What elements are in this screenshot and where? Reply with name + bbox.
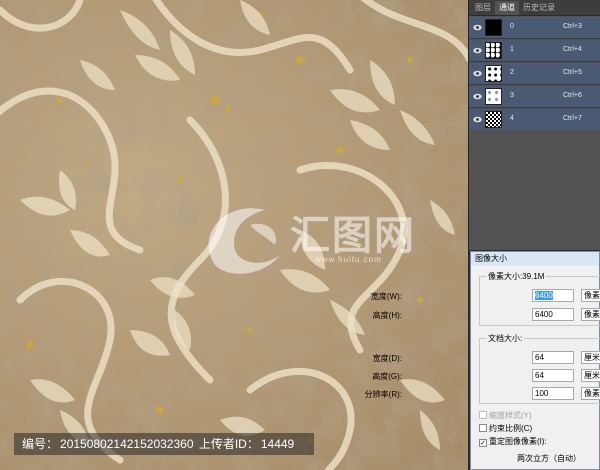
- channel-row[interactable]: 1 Ctrl+4: [469, 40, 600, 62]
- watermark: 汇图网 www.huitu.com: [195, 195, 425, 275]
- panel-tabs: 图层 通道 历史记录: [469, 0, 600, 16]
- channel-name: 2: [510, 69, 514, 76]
- height-label: 高度(H):: [372, 311, 402, 320]
- channel-row[interactable]: 3 Ctrl+6: [469, 86, 600, 108]
- channel-shortcut: Ctrl+6: [563, 92, 582, 99]
- channel-thumbnail: [485, 19, 502, 36]
- channel-thumbnail: [485, 42, 502, 59]
- tab-channels[interactable]: 通道: [495, 1, 519, 15]
- checkbox-box: [479, 411, 487, 419]
- tab-layers[interactable]: 图层: [471, 1, 495, 15]
- scale-styles-checkbox[interactable]: 缩放样式(Y): [479, 410, 532, 422]
- panel-empty-area: [469, 130, 600, 250]
- document-size-group: 文档大小: 宽度(D): 64 厘米 高度(G): 64 厘米 分辨率(R): …: [365, 333, 600, 404]
- eye-icon[interactable]: [473, 47, 482, 54]
- channel-thumbnail: [485, 111, 502, 128]
- eye-icon[interactable]: [473, 116, 482, 123]
- doc-width-input[interactable]: 64: [532, 351, 574, 364]
- watermark-logo-icon: [208, 208, 280, 274]
- channel-row[interactable]: 4 Ctrl+7: [469, 109, 600, 131]
- eye-icon[interactable]: [473, 24, 482, 31]
- doc-height-input[interactable]: 64: [532, 369, 574, 382]
- doc-width-label: 宽度(D):: [372, 354, 402, 363]
- height-unit-select[interactable]: 像素: [581, 308, 600, 321]
- channel-thumbnail: [485, 88, 502, 105]
- uploader-value: 14449: [260, 437, 295, 451]
- channel-shortcut: Ctrl+7: [563, 115, 582, 122]
- width-label: 宽度(W):: [370, 292, 402, 301]
- checkbox-box: [479, 424, 487, 432]
- channel-row[interactable]: 2 Ctrl+5: [469, 63, 600, 85]
- eye-icon[interactable]: [473, 70, 482, 77]
- width-input[interactable]: 6400: [532, 289, 574, 302]
- resolution-input[interactable]: 100: [532, 387, 574, 400]
- resolution-unit-select[interactable]: 像素/英寸: [581, 387, 600, 400]
- height-input[interactable]: 6400: [532, 308, 574, 321]
- channel-shortcut: Ctrl+4: [563, 46, 582, 53]
- doc-height-label: 高度(G):: [372, 372, 402, 381]
- width-unit-select[interactable]: 像素: [581, 289, 600, 302]
- image-size-dialog: 图像大小 像素大小:39.1M 宽度(W): 6400 像素 高度(H): 64…: [365, 251, 600, 470]
- channel-shortcut: Ctrl+3: [563, 23, 582, 30]
- eye-icon[interactable]: [473, 93, 482, 100]
- resample-checkbox[interactable]: ✓ 重定图像像素(I):: [479, 436, 547, 448]
- channel-name: 4: [510, 115, 514, 122]
- doc-width-unit-select[interactable]: 厘米: [581, 351, 600, 364]
- channel-row[interactable]: 0 Ctrl+3: [469, 17, 600, 39]
- id-value: 20150802142152032360: [60, 437, 194, 451]
- image-caption: 编号： 20150802142152032360 上传者ID： 14449: [14, 433, 314, 455]
- tab-history[interactable]: 历史记录: [519, 1, 559, 15]
- watermark-brand: 汇图网: [290, 213, 416, 259]
- id-label: 编号：: [22, 437, 59, 451]
- doc-height-unit-select[interactable]: 厘米: [581, 369, 600, 382]
- channels-panel: 图层 通道 历史记录 0 Ctrl+3 1 Ctrl+4 2 Ctrl+5 3 …: [468, 0, 600, 250]
- dialog-title: 图像大小: [471, 252, 599, 266]
- pixel-dimensions-label: 像素大小:39.1M: [486, 271, 547, 282]
- resolution-label: 分辨率(R):: [364, 390, 402, 399]
- channel-name: 3: [510, 92, 514, 99]
- resample-method-select[interactable]: 两次立方（自动）: [517, 453, 581, 464]
- channel-thumbnail: [485, 65, 502, 82]
- pixel-dimensions-group: 像素大小:39.1M 宽度(W): 6400 像素 高度(H): 6400 像素: [371, 271, 600, 326]
- channel-name: 0: [510, 23, 514, 30]
- document-size-label: 文档大小:: [486, 333, 525, 344]
- checkmark-icon: ✓: [479, 439, 487, 447]
- constrain-proportions-checkbox[interactable]: 约束比例(C): [479, 423, 532, 435]
- uploader-label: 上传者ID：: [198, 437, 259, 451]
- watermark-url: www.huitu.com: [315, 255, 382, 264]
- channel-shortcut: Ctrl+5: [563, 69, 582, 76]
- channel-name: 1: [510, 46, 514, 53]
